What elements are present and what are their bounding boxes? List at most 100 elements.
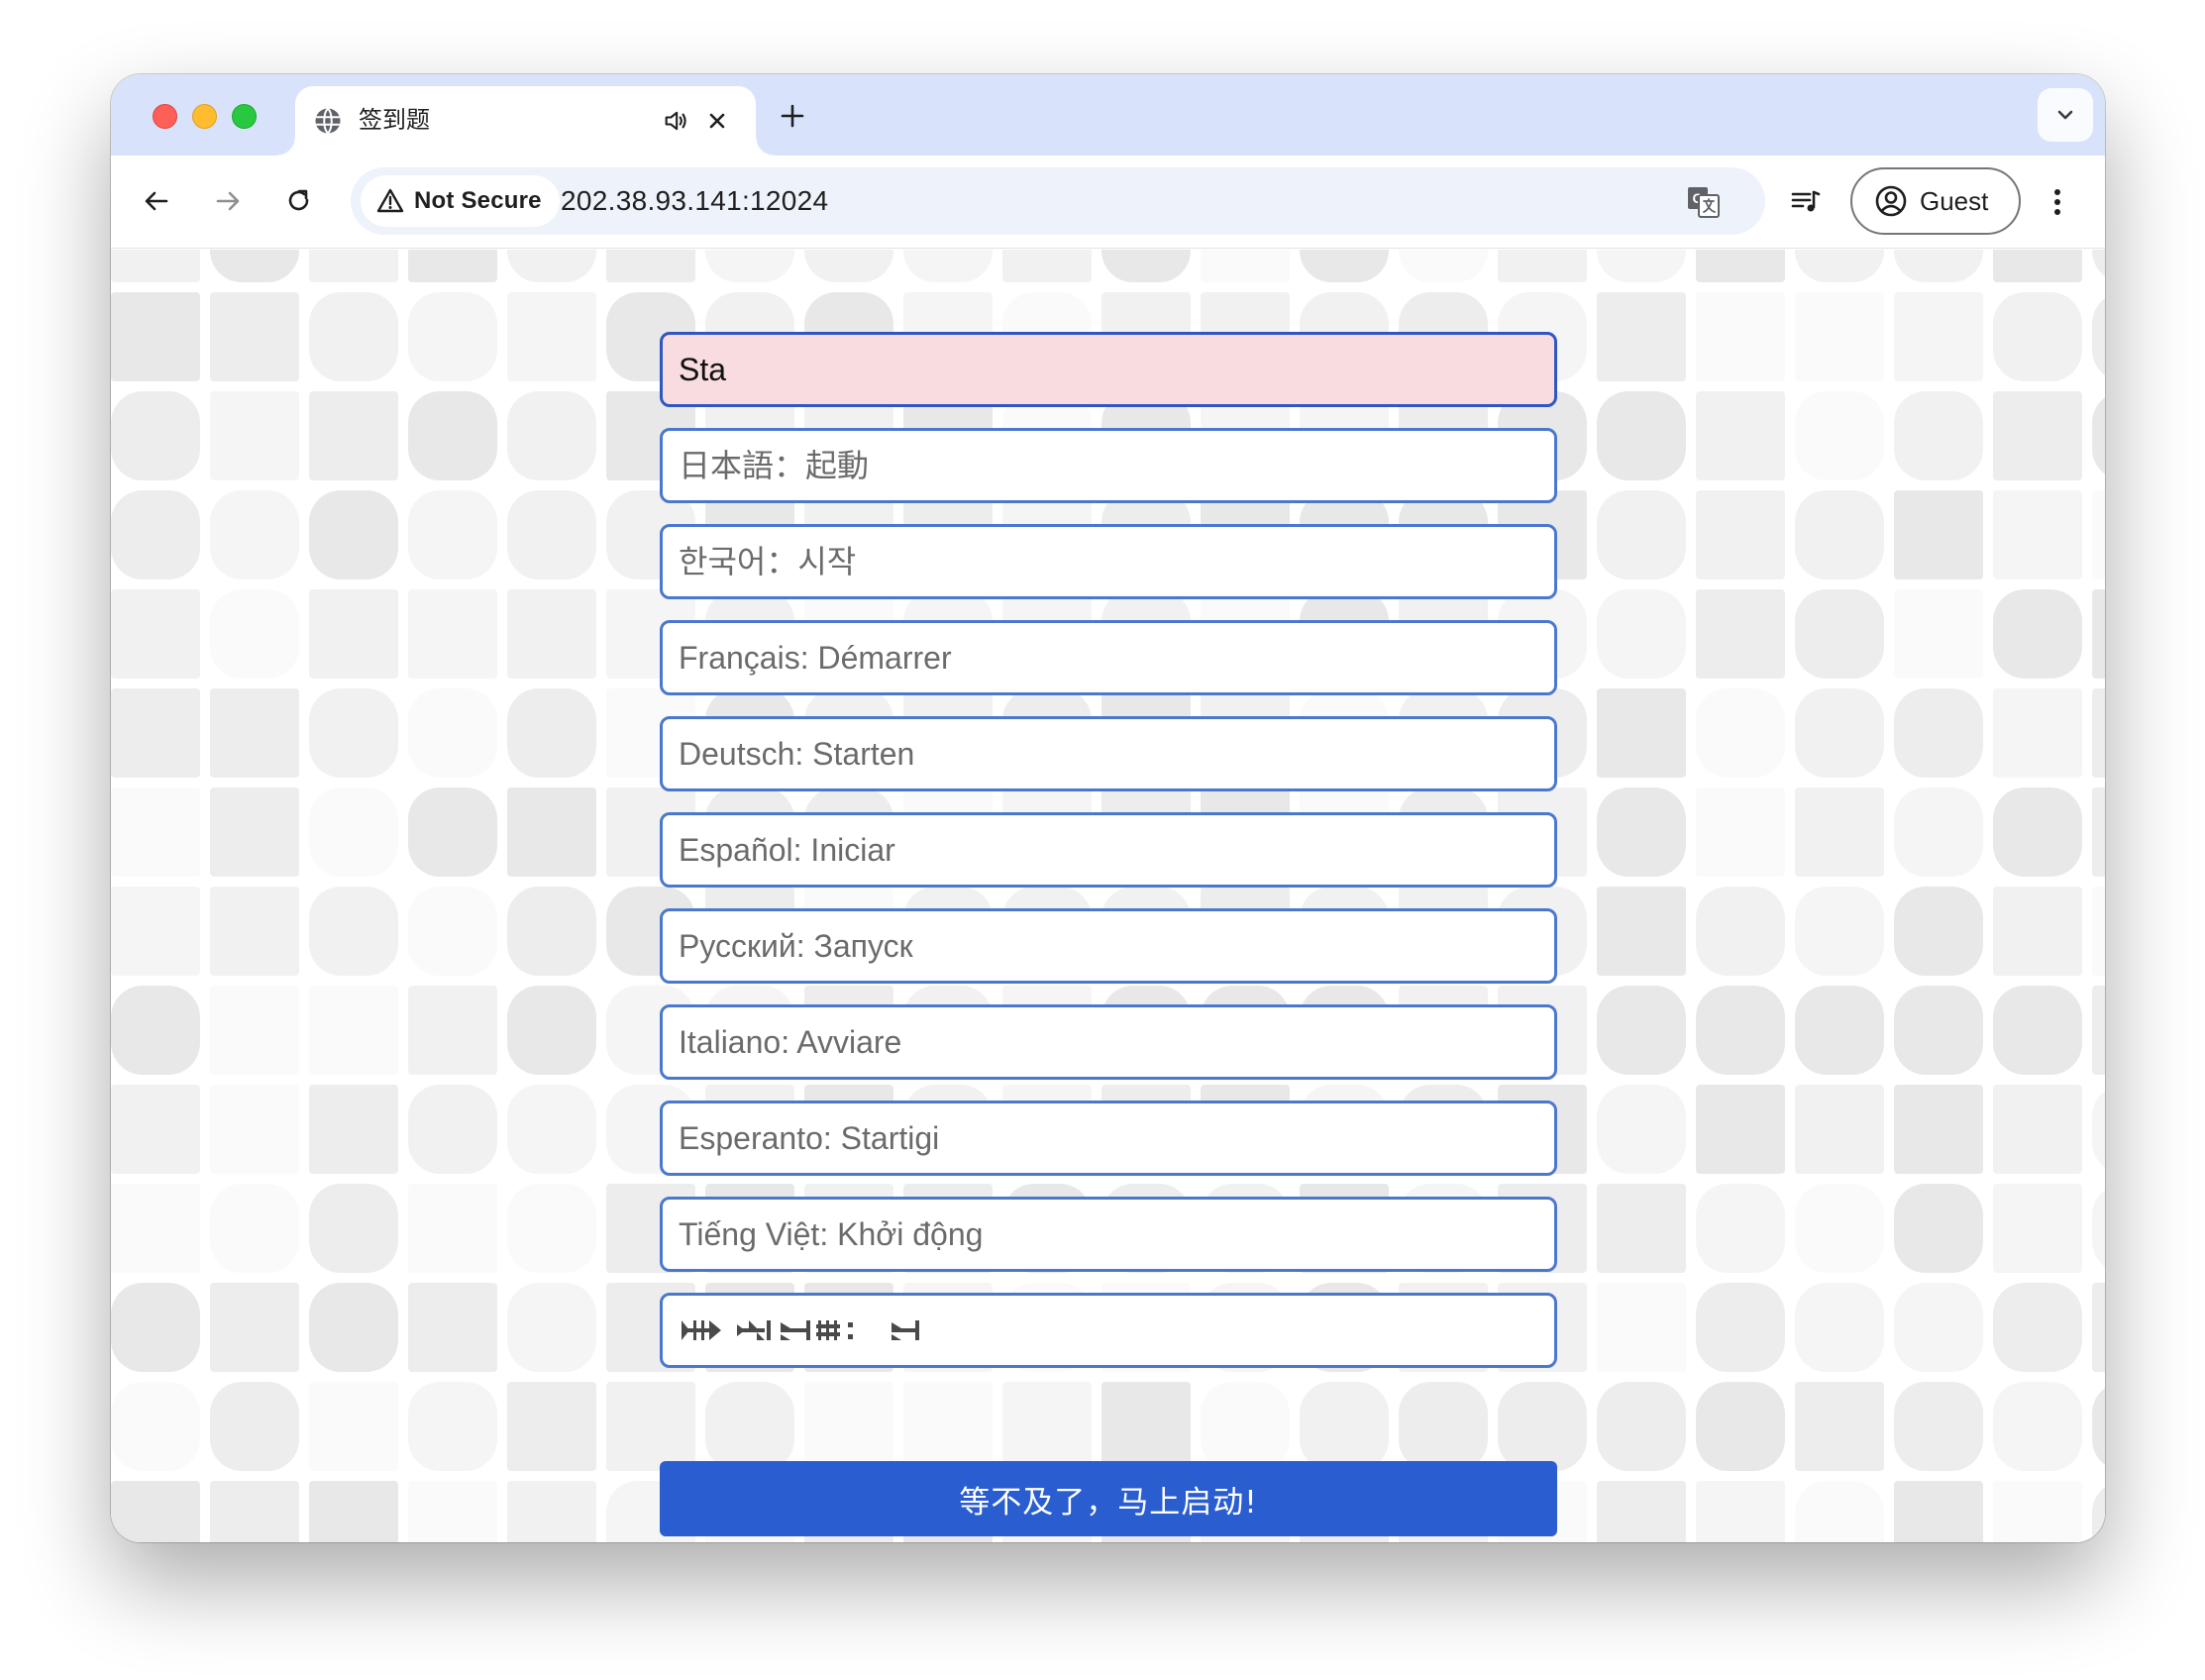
- background-tile: [309, 292, 398, 381]
- background-tile: [1795, 1184, 1884, 1273]
- input-french[interactable]: [660, 620, 1557, 695]
- background-tile: [408, 1382, 497, 1471]
- browser-tab[interactable]: 签到题: [277, 86, 774, 156]
- background-tile: [507, 986, 596, 1075]
- input-russian[interactable]: [660, 908, 1557, 984]
- background-tile: [804, 250, 893, 282]
- reload-icon: [288, 189, 309, 211]
- background-tile: [507, 1085, 596, 1174]
- background-tile: [507, 250, 596, 282]
- background-tile: [111, 1184, 200, 1273]
- arrow-right-icon: [216, 191, 240, 211]
- background-tile: [507, 391, 596, 480]
- background-tile: [111, 788, 200, 877]
- background-tile: [210, 1382, 299, 1471]
- background-tile: [507, 1382, 596, 1471]
- background-tile: [111, 589, 200, 679]
- background-tile: [210, 391, 299, 480]
- url-text[interactable]: 202.38.93.141:12024: [561, 185, 828, 217]
- tab-close-button[interactable]: [701, 105, 733, 137]
- input-cuneiform[interactable]: [660, 1293, 1557, 1368]
- background-tile: [1597, 887, 1686, 976]
- background-tile: [1894, 391, 1983, 480]
- globe-icon: [315, 107, 341, 135]
- warning-icon: [376, 188, 404, 213]
- background-tile: [408, 887, 497, 976]
- background-tile: [1002, 1382, 1092, 1471]
- background-tile: [111, 292, 200, 381]
- background-tile: [210, 490, 299, 579]
- background-tile: [1597, 1085, 1686, 1174]
- tab-search-button[interactable]: [2038, 88, 2093, 142]
- background-tile: [408, 292, 497, 381]
- background-tile: [507, 589, 596, 679]
- background-tile: [1795, 1283, 1884, 1372]
- background-tile: [507, 887, 596, 976]
- input-chinese[interactable]: [660, 332, 1557, 407]
- background-tile: [1993, 391, 2082, 480]
- translate-icon[interactable]: G: [1686, 184, 1722, 220]
- browser-menu-button[interactable]: [2033, 177, 2082, 227]
- forward-button[interactable]: [202, 175, 254, 227]
- background-tile: [1993, 490, 2082, 579]
- input-esperanto[interactable]: [660, 1101, 1557, 1176]
- background-tile: [111, 688, 200, 778]
- profile-button[interactable]: Guest: [1850, 167, 2021, 235]
- background-tile: [1597, 1184, 1686, 1273]
- background-tile: [1894, 1085, 1983, 1174]
- window-maximize-button[interactable]: [232, 104, 257, 129]
- background-tile: [1201, 250, 1290, 282]
- input-german[interactable]: [660, 716, 1557, 791]
- background-tile: [1894, 887, 1983, 976]
- background-tile: [1597, 589, 1686, 679]
- background-tile: [309, 391, 398, 480]
- background-tile: [1201, 1382, 1290, 1471]
- input-vietnamese[interactable]: [660, 1197, 1557, 1272]
- address-bar[interactable]: Not Secure 202.38.93.141:12024 G: [351, 167, 1765, 235]
- background-tile: [507, 1481, 596, 1542]
- background-tile: [1894, 250, 1983, 282]
- background-tile: [1993, 1085, 2082, 1174]
- new-tab-button[interactable]: [775, 98, 810, 134]
- window-close-button[interactable]: [153, 104, 177, 129]
- background-tile: [1696, 1481, 1785, 1542]
- chevron-down-icon: [2057, 110, 2073, 120]
- background-tile: [1993, 1481, 2082, 1542]
- background-tile: [309, 1283, 398, 1372]
- background-tile: [1894, 1283, 1983, 1372]
- background-tile: [2092, 688, 2105, 778]
- input-japanese[interactable]: [660, 428, 1557, 503]
- background-tile: [1399, 250, 1488, 282]
- window-minimize-button[interactable]: [192, 104, 217, 129]
- background-tile: [309, 887, 398, 976]
- background-tile: [309, 688, 398, 778]
- background-tile: [210, 1283, 299, 1372]
- reload-button[interactable]: [273, 175, 325, 227]
- background-tile: [210, 688, 299, 778]
- input-korean[interactable]: [660, 524, 1557, 599]
- background-tile: [1597, 391, 1686, 480]
- background-tile: [111, 986, 200, 1075]
- input-spanish[interactable]: [660, 812, 1557, 888]
- background-tile: [1597, 490, 1686, 579]
- start-submit-button[interactable]: 等不及了，马上启动!: [660, 1461, 1557, 1536]
- background-tile: [1597, 1481, 1686, 1542]
- back-button[interactable]: [131, 175, 182, 227]
- background-tile: [408, 391, 497, 480]
- background-tile: [1498, 250, 1587, 282]
- background-tile: [309, 1085, 398, 1174]
- background-tile: [507, 788, 596, 877]
- background-tile: [1795, 250, 1884, 282]
- background-tile: [2092, 292, 2105, 381]
- background-tile: [309, 1184, 398, 1273]
- background-tile: [408, 788, 497, 877]
- input-italian[interactable]: [660, 1004, 1557, 1080]
- background-tile: [1597, 250, 1686, 282]
- background-tile: [1993, 688, 2082, 778]
- media-control-button[interactable]: [1781, 177, 1831, 227]
- background-tile: [1894, 292, 1983, 381]
- security-indicator[interactable]: Not Secure: [361, 175, 560, 227]
- background-tile: [2092, 1085, 2105, 1174]
- background-tile: [1993, 292, 2082, 381]
- speaker-icon[interactable]: [662, 107, 689, 135]
